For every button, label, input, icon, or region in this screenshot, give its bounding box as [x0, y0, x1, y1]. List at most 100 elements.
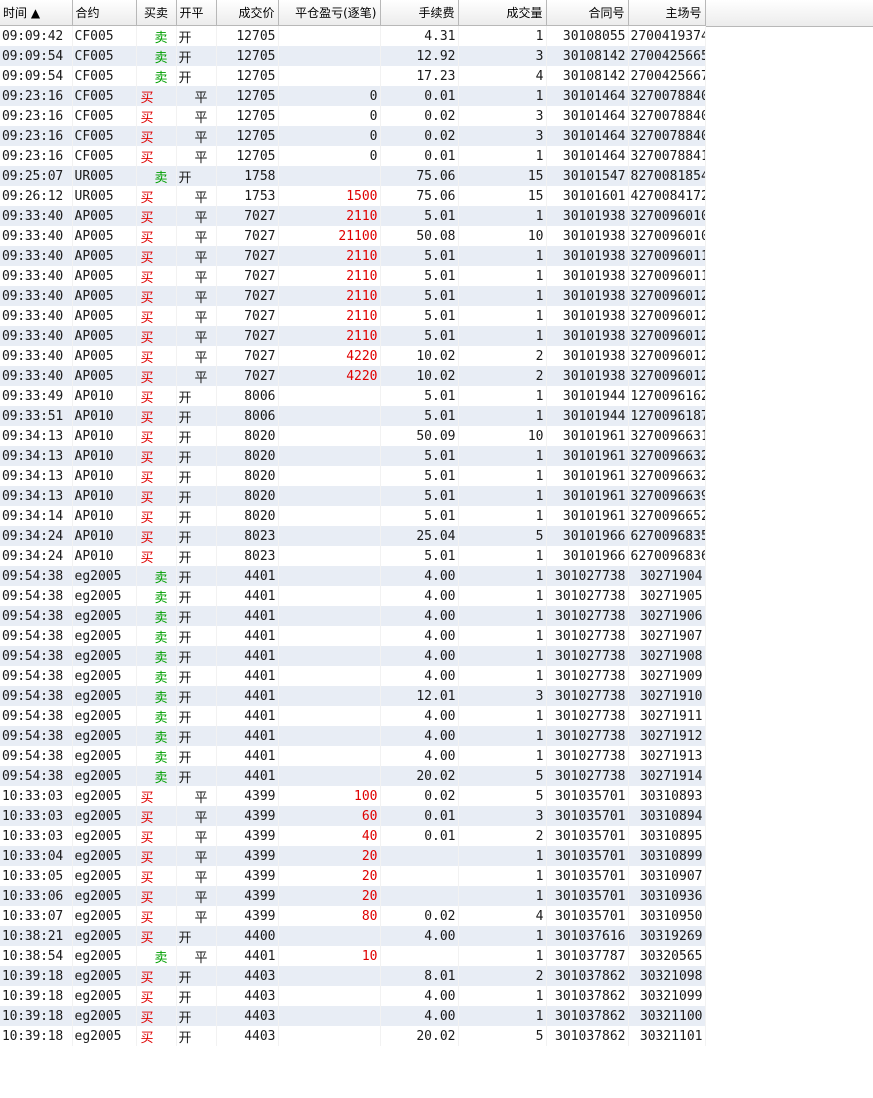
cell-close-pnl: [278, 486, 381, 506]
col-header-contract-no[interactable]: 合同号: [546, 0, 629, 26]
cell-fee: 5.01: [380, 206, 459, 226]
table-row[interactable]: 09:54:38 eg2005 卖开 4401 4.00 1 301027738 302719…: [0, 746, 706, 766]
table-row[interactable]: 09:23:16 CF005 买平 12705 0 0.02 3 30101464 327007…: [0, 106, 706, 126]
cell-fee: 4.31: [380, 25, 459, 46]
col-header-exchange-no[interactable]: 主场号: [628, 0, 706, 26]
cell-contract: AP010: [72, 426, 137, 446]
cell-exchange-no: 30321101: [628, 1026, 706, 1046]
cell-buy-sell: 买: [136, 366, 177, 386]
cell-volume: 3: [458, 686, 547, 706]
col-header-time[interactable]: 时间 ▲: [0, 0, 73, 26]
table-row[interactable]: 09:33:49 AP010 买开 8006 5.01 1 30101944 12700961…: [0, 386, 706, 406]
table-row[interactable]: 10:33:03 eg2005 买平 4399 100 0.02 5 301035701 303…: [0, 786, 706, 806]
cell-time: 09:25:07: [0, 166, 73, 186]
table-row[interactable]: 10:38:21 eg2005 买开 4400 4.00 1 301037616 303192…: [0, 926, 706, 946]
table-row[interactable]: 09:33:40 AP005 买平 7027 2110 5.01 1 30101938 3270…: [0, 246, 706, 266]
cell-contract-no: 301027738: [546, 606, 629, 626]
cell-volume: 1: [458, 846, 547, 866]
cell-open-close: 平: [176, 146, 217, 166]
cell-contract: eg2005: [72, 966, 137, 986]
cell-buy-sell: 买: [136, 226, 177, 246]
cell-exchange-no: 30319269: [628, 926, 706, 946]
cell-time: 09:23:16: [0, 146, 73, 166]
cell-open-close: 平: [176, 326, 217, 346]
table-row[interactable]: 09:54:38 eg2005 卖开 4401 4.00 1 301027738 302719…: [0, 646, 706, 666]
col-header-open-close[interactable]: 开平: [176, 0, 217, 26]
table-row[interactable]: 09:26:12 UR005 买平 1753 1500 75.06 15 30101601 42…: [0, 186, 706, 206]
table-row[interactable]: 09:54:38 eg2005 卖开 4401 4.00 1 301027738 302719…: [0, 726, 706, 746]
table-row[interactable]: 10:33:05 eg2005 买平 4399 20 1 301035701 30310907: [0, 866, 706, 886]
table-row[interactable]: 09:54:38 eg2005 卖开 4401 4.00 1 301027738 302719…: [0, 606, 706, 626]
table-row[interactable]: 09:33:40 AP005 买平 7027 2110 5.01 1 30101938 3270…: [0, 326, 706, 346]
cell-time: 09:33:40: [0, 326, 73, 346]
table-row[interactable]: 09:33:40 AP005 买平 7027 2110 5.01 1 30101938 3270…: [0, 286, 706, 306]
cell-contract-no: 301037862: [546, 1026, 629, 1046]
table-row[interactable]: 10:38:54 eg2005 卖平 4401 10 1 301037787 30320565: [0, 946, 706, 966]
table-row[interactable]: 09:54:38 eg2005 卖开 4401 4.00 1 301027738 302719…: [0, 626, 706, 646]
table-row[interactable]: 09:54:38 eg2005 卖开 4401 20.02 5 301027738 30271…: [0, 766, 706, 786]
table-row[interactable]: 09:34:14 AP010 买开 8020 5.01 1 30101961 32700966…: [0, 506, 706, 526]
table-row[interactable]: 09:33:40 AP005 买平 7027 2110 5.01 1 30101938 3270…: [0, 266, 706, 286]
table-row[interactable]: 10:33:03 eg2005 买平 4399 60 0.01 3 301035701 3031…: [0, 806, 706, 826]
table-row[interactable]: 10:39:18 eg2005 买开 4403 8.01 2 301037862 303210…: [0, 966, 706, 986]
table-row[interactable]: 09:25:07 UR005 卖开 1758 75.06 15 30101547 827008…: [0, 166, 706, 186]
cell-exchange-no: 32700960123: [628, 306, 706, 326]
cell-volume: 3: [458, 126, 547, 146]
cell-buy-sell: 买: [136, 826, 177, 846]
table-row[interactable]: 10:33:06 eg2005 买平 4399 20 1 301035701 30310936: [0, 886, 706, 906]
table-row[interactable]: 09:34:13 AP010 买开 8020 5.01 1 30101961 32700966…: [0, 446, 706, 466]
table-row[interactable]: 09:33:40 AP005 买平 7027 4220 10.02 2 30101938 327…: [0, 366, 706, 386]
cell-volume: 1: [458, 606, 547, 626]
table-row[interactable]: 09:23:16 CF005 买平 12705 0 0.02 3 30101464 327007…: [0, 126, 706, 146]
table-row[interactable]: 09:33:40 AP005 买平 7027 2110 5.01 1 30101938 3270…: [0, 206, 706, 226]
cell-exchange-no: 2700419374: [628, 25, 706, 46]
col-header-close-pnl[interactable]: 平仓盈亏(逐笔): [278, 0, 381, 26]
table-row[interactable]: 09:33:51 AP010 买开 8006 5.01 1 30101944 12700961…: [0, 406, 706, 426]
cell-volume: 1: [458, 326, 547, 346]
table-row[interactable]: 09:23:16 CF005 买平 12705 0 0.01 1 30101464 327007…: [0, 86, 706, 106]
table-row[interactable]: 10:33:04 eg2005 买平 4399 20 1 301035701 30310899: [0, 846, 706, 866]
col-header-buy-sell[interactable]: 买卖: [136, 0, 177, 26]
table-row[interactable]: 10:39:18 eg2005 买开 4403 20.02 5 301037862 30321…: [0, 1026, 706, 1046]
table-row[interactable]: 09:09:42 CF005 卖开 12705 4.31 1 30108055 2700419…: [0, 25, 706, 46]
cell-time: 09:54:38: [0, 726, 73, 746]
table-row[interactable]: 09:34:24 AP010 买开 8023 5.01 1 30101966 62700968…: [0, 546, 706, 566]
cell-contract-no: 301027738: [546, 686, 629, 706]
table-row[interactable]: 09:54:38 eg2005 卖开 4401 4.00 1 301027738 302719…: [0, 566, 706, 586]
table-row[interactable]: 09:33:40 AP005 买平 7027 21100 50.08 10 30101938 3…: [0, 226, 706, 246]
table-row[interactable]: 09:34:13 AP010 买开 8020 5.01 1 30101961 32700966…: [0, 466, 706, 486]
table-row[interactable]: 09:23:16 CF005 买平 12705 0 0.01 1 30101464 327007…: [0, 146, 706, 166]
cell-contract-no: 30101938: [546, 266, 629, 286]
table-row[interactable]: 09:54:38 eg2005 卖开 4401 4.00 1 301027738 302719…: [0, 706, 706, 726]
table-row[interactable]: 09:54:38 eg2005 卖开 4401 12.01 3 301027738 30271…: [0, 686, 706, 706]
table-row[interactable]: 09:09:54 CF005 卖开 12705 12.92 3 30108142 270042…: [0, 46, 706, 66]
cell-contract-no: 30101938: [546, 306, 629, 326]
table-row[interactable]: 09:34:13 AP010 买开 8020 50.09 10 30101961 327009…: [0, 426, 706, 446]
col-header-fee[interactable]: 手续费: [380, 0, 459, 26]
table-row[interactable]: 10:33:07 eg2005 买平 4399 80 0.02 4 301035701 3031…: [0, 906, 706, 926]
cell-open-close: 开: [176, 446, 217, 466]
col-header-price[interactable]: 成交价: [216, 0, 279, 26]
cell-buy-sell: 买: [136, 546, 177, 566]
cell-contract-no: 30101944: [546, 406, 629, 426]
cell-price: 8006: [216, 406, 279, 426]
table-row[interactable]: 09:09:54 CF005 卖开 12705 17.23 4 30108142 270042…: [0, 66, 706, 86]
cell-price: 1758: [216, 166, 279, 186]
cell-volume: 5: [458, 526, 547, 546]
cell-open-close: 平: [176, 86, 217, 106]
cell-close-pnl: 0: [278, 86, 381, 106]
table-row[interactable]: 09:54:38 eg2005 卖开 4401 4.00 1 301027738 302719…: [0, 666, 706, 686]
table-row[interactable]: 09:33:40 AP005 买平 7027 2110 5.01 1 30101938 3270…: [0, 306, 706, 326]
cell-time: 09:54:38: [0, 626, 73, 646]
table-row[interactable]: 09:34:13 AP010 买开 8020 5.01 1 30101961 32700966…: [0, 486, 706, 506]
col-header-volume[interactable]: 成交量: [458, 0, 547, 26]
cell-price: 4403: [216, 966, 279, 986]
table-row[interactable]: 10:39:18 eg2005 买开 4403 4.00 1 301037862 303210…: [0, 986, 706, 1006]
table-row[interactable]: 10:33:03 eg2005 买平 4399 40 0.01 2 301035701 3031…: [0, 826, 706, 846]
table-row[interactable]: 09:33:40 AP005 买平 7027 4220 10.02 2 30101938 327…: [0, 346, 706, 366]
table-row[interactable]: 09:54:38 eg2005 卖开 4401 4.00 1 301027738 302719…: [0, 586, 706, 606]
cell-exchange-no: 32700966322: [628, 466, 706, 486]
table-row[interactable]: 10:39:18 eg2005 买开 4403 4.00 1 301037862 303211…: [0, 1006, 706, 1026]
col-header-contract[interactable]: 合约: [72, 0, 137, 26]
table-row[interactable]: 09:34:24 AP010 买开 8023 25.04 5 30101966 6270096…: [0, 526, 706, 546]
